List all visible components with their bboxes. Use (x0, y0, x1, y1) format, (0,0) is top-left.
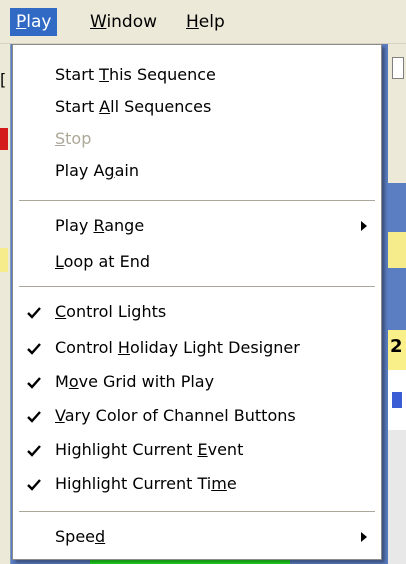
menu-item-label: Control Lights (55, 302, 167, 321)
checkmark-icon (27, 377, 41, 389)
menu-item-start-all-sequences[interactable]: Start All Sequences (13, 93, 381, 121)
background-waveform-area (388, 370, 406, 430)
menu-item-label: Loop at End (55, 252, 151, 271)
menu-item-play-again[interactable]: Play Again (13, 157, 381, 185)
play-menu-dropdown: Start This Sequence Start All Sequences … (12, 44, 382, 560)
menu-item-label: Vary Color of Channel Buttons (55, 406, 296, 425)
menu-item-label: Stop (55, 129, 92, 148)
menu-item-loop-at-end[interactable]: Loop at End (13, 248, 381, 276)
checkmark-icon (27, 411, 41, 423)
menu-item-start-this-sequence[interactable]: Start This Sequence (13, 61, 381, 89)
menu-item-move-grid-with-play[interactable]: Move Grid with Play (13, 368, 381, 396)
checkmark-icon (27, 479, 41, 491)
checkmark-icon (27, 445, 41, 457)
menu-item-play-range[interactable]: Play Range (13, 212, 381, 240)
checkmark-icon (27, 307, 41, 319)
background-right-panel-2 (388, 123, 406, 183)
background-grid-area (388, 430, 406, 564)
menu-item-highlight-current-time[interactable]: Highlight Current Time (13, 470, 381, 498)
menu-item-label: Highlight Current Event (55, 440, 244, 459)
menu-separator (19, 286, 375, 287)
background-cell-text: 2 (390, 336, 403, 357)
menu-window[interactable]: Window (84, 8, 163, 36)
menu-item-label: Control Holiday Light Designer (55, 338, 300, 357)
menu-item-speed[interactable]: Speed (13, 523, 381, 551)
menu-item-label: Move Grid with Play (55, 372, 215, 391)
menu-item-label: Play Again (55, 161, 139, 180)
background-right-toolbar (388, 43, 406, 83)
application-window: [ 2 Play Window Help Start This Sequence… (0, 0, 406, 564)
menu-item-control-holiday-light-designer[interactable]: Control Holiday Light Designer (13, 334, 381, 362)
menu-help[interactable]: Help (180, 8, 231, 36)
menu-item-label: Start This Sequence (55, 65, 216, 84)
background-toolbar-fragment: [ (0, 70, 8, 92)
menu-item-label: Speed (55, 527, 106, 546)
background-yellow-cell: 2 (388, 330, 406, 370)
menu-item-vary-color-of-channel-buttons[interactable]: Vary Color of Channel Buttons (13, 402, 381, 430)
background-toolbar-button (392, 57, 404, 79)
background-right-panel (388, 83, 406, 123)
menu-item-stop: Stop (13, 125, 381, 153)
menu-item-control-lights[interactable]: Control Lights (13, 298, 381, 326)
background-waveform (392, 392, 402, 408)
menu-item-label: Start All Sequences (55, 97, 212, 116)
background-red-marker (0, 128, 8, 150)
background-yellow-strip (388, 232, 406, 268)
menu-separator (19, 200, 375, 201)
menu-item-highlight-current-event[interactable]: Highlight Current Event (13, 436, 381, 464)
submenu-arrow-icon (361, 221, 367, 231)
background-bracket-text: [ (0, 70, 7, 89)
menu-separator (19, 511, 375, 512)
menu-bar: Play Window Help (0, 0, 406, 44)
background-yellow-row (0, 248, 8, 272)
menu-item-label: Highlight Current Time (55, 474, 237, 493)
checkmark-icon (27, 343, 41, 355)
submenu-arrow-icon (361, 532, 367, 542)
menu-play[interactable]: Play (10, 8, 58, 36)
menu-item-label: Play Range (55, 216, 145, 235)
